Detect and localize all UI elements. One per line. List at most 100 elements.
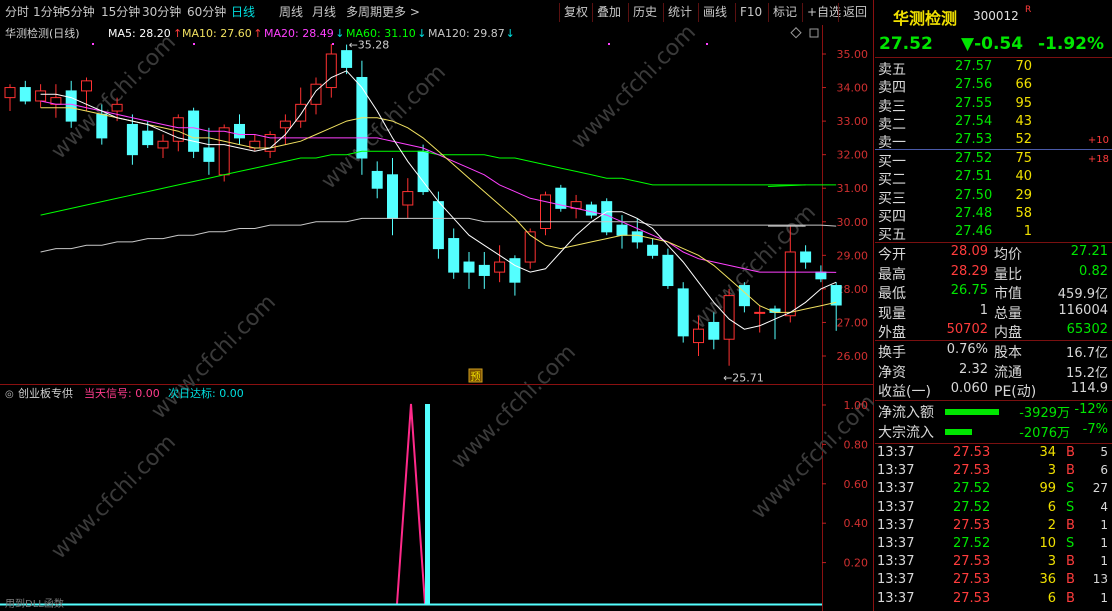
candle-body[interactable] [585,204,597,216]
candle-body[interactable] [387,174,398,219]
candle-body[interactable] [402,191,414,206]
candle-body[interactable] [203,147,215,162]
candle-body[interactable] [540,194,551,229]
fin-value: 0.060 [950,381,988,396]
candle-body[interactable] [96,113,108,139]
orderbook-price: 27.46 [955,224,993,240]
candle-body[interactable] [647,244,659,256]
candle-body[interactable] [662,254,674,287]
candle-body[interactable] [815,271,827,280]
ma-arrow: ↓ [417,27,426,40]
tick-time: 13:37 [877,481,915,497]
tick-price: 27.53 [953,554,991,570]
orderbook-delta: +18 [1087,154,1109,165]
stat-value: 27.21 [1070,244,1108,259]
candle-body[interactable] [448,238,460,273]
orderbook-label: 买三 [878,190,906,207]
price-tick-label: 26.00 [837,350,869,363]
price-change-pct: -1.92% [1038,34,1105,54]
tick-price: 27.52 [953,536,991,551]
stat-label: 最高 [878,266,906,283]
candle-body[interactable] [800,251,812,263]
stat-value: 65302 [1066,322,1108,337]
candle-body[interactable] [341,50,353,68]
signal-label: 当天信号: 0.00 [84,386,160,400]
kline-chart[interactable]: www.cfchi.com www.cfchi.com www.cfchi.comw… [0,0,874,611]
candle-body[interactable] [708,321,720,340]
margin-mark: R [1025,5,1032,15]
orderbook-price: 27.54 [955,113,993,129]
tick-side: B [1066,463,1075,479]
tick-count: 5 [1100,445,1108,459]
candle-body[interactable] [142,130,154,146]
indicator-tick-label: 0.20 [844,557,869,570]
stat-value: 28.29 [950,263,988,279]
candle-body[interactable] [371,170,383,189]
price-tick-label: 35.00 [837,48,869,61]
candle-body[interactable] [677,288,689,337]
last-price: 27.52 [879,34,933,54]
orderbook-volume: 95 [1015,95,1032,111]
candle-body[interactable] [723,295,735,340]
tick-side: B [1066,572,1075,588]
candle-body[interactable] [188,110,200,152]
tick-volume: 10 [1039,536,1056,551]
stat-label: 外盘 [878,325,906,341]
candle-body[interactable] [830,285,842,306]
price-tick-label: 31.00 [837,182,869,195]
candle-body[interactable] [35,90,47,102]
candle-body[interactable] [463,261,475,273]
candle-body[interactable] [111,103,123,112]
tick-time: 13:37 [877,536,915,551]
stat-value: 50702 [946,322,988,337]
tick-side: S [1066,481,1075,497]
quote-panel: 华测检测 300012 R 27.52 ▼-0.54 -1.92% 卖五 27.5… [875,0,1112,611]
candle-body[interactable] [631,231,643,243]
stat-value: 0.82 [1079,263,1108,279]
candle-body[interactable] [325,53,337,89]
divider [875,443,1112,444]
candle-body[interactable] [19,87,31,102]
fin-value: 114.9 [1070,381,1108,396]
tick-volume: 6 [1047,590,1056,606]
price-tick-label: 32.00 [837,149,869,162]
tick-count: 4 [1100,499,1108,514]
candle-body[interactable] [524,231,536,263]
tick-count: 27 [1092,481,1108,496]
candle-body[interactable] [234,123,245,139]
candle-body[interactable] [693,328,704,344]
orderbook-label: 买一 [878,154,906,170]
stat-value: 459.9亿 [1057,287,1108,302]
tick-price: 27.53 [953,445,991,460]
stock-name: 华测检测 [893,9,958,28]
candle-body[interactable] [81,80,92,92]
candle-body[interactable] [126,123,138,156]
forecast-badge-label: 预 [471,371,481,383]
candle-body[interactable] [157,140,169,149]
price-tick-label: 34.00 [837,82,869,95]
tick-side: S [1066,536,1075,551]
orderbook-price: 27.55 [955,95,993,111]
candle-body[interactable] [478,264,490,276]
tick-volume: 2 [1047,517,1056,533]
candle-body[interactable] [754,311,766,314]
stat-value: 28.09 [950,244,988,259]
tick-side: B [1066,554,1075,570]
candle-body[interactable] [784,251,796,317]
candle-body[interactable] [218,127,230,176]
candle-body[interactable] [4,87,16,99]
tick-price: 27.52 [953,499,991,515]
candle-body[interactable] [509,258,521,283]
tick-volume: 3 [1047,463,1056,479]
indicator-settings-icon: ◎ [5,389,14,400]
candle-body[interactable] [494,261,506,273]
fin-label: 净资 [878,364,906,381]
candle-body[interactable] [616,224,628,236]
tick-side: B [1066,517,1075,533]
candle-body[interactable] [279,120,291,129]
target-label: 次日达标: 0.00 [168,386,244,400]
candle-body[interactable] [65,90,77,122]
tick-time: 13:37 [877,554,915,570]
candle-body[interactable] [432,201,444,250]
tick-volume: 3 [1047,554,1056,570]
